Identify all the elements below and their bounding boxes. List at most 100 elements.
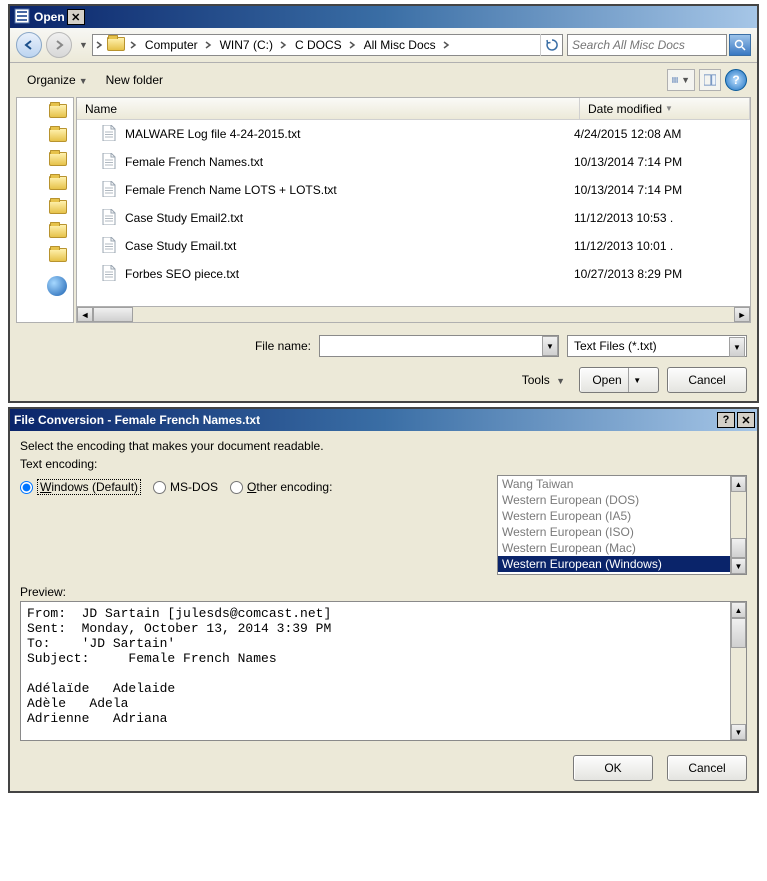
folder-icon <box>49 176 67 190</box>
breadcrumb-allmisc[interactable]: All Misc Docs <box>358 38 440 52</box>
file-row[interactable]: Case Study Email.txt11/12/2013 10:01 . <box>77 232 750 260</box>
encoding-group-label: Text encoding: <box>20 457 747 471</box>
history-dropdown[interactable]: ▼ <box>76 40 88 50</box>
encoding-listbox[interactable]: Wang TaiwanWestern European (DOS)Western… <box>497 475 747 575</box>
scroll-up-button[interactable]: ▲ <box>731 476 746 492</box>
filename-input[interactable] <box>319 335 559 357</box>
chevron-right-icon[interactable] <box>127 34 139 56</box>
folder-icon <box>49 200 67 214</box>
file-row[interactable]: Forbes SEO piece.txt10/27/2013 8:29 PM <box>77 260 750 288</box>
tools-menu[interactable]: Tools ▼ <box>516 371 571 389</box>
chevron-right-icon[interactable] <box>346 34 358 56</box>
file-row[interactable]: Female French Name LOTS + LOTS.txt10/13/… <box>77 176 750 204</box>
file-date: 4/24/2015 12:08 AM <box>574 127 744 141</box>
radio-other-encoding[interactable]: Other encoding: <box>230 480 332 494</box>
file-date: 11/12/2013 10:01 . <box>574 239 744 253</box>
file-date: 10/27/2013 8:29 PM <box>574 267 744 281</box>
new-folder-button[interactable]: New folder <box>99 70 170 90</box>
file-date: 10/13/2014 7:14 PM <box>574 183 744 197</box>
scroll-up-button[interactable]: ▲ <box>731 602 746 618</box>
text-file-icon <box>101 153 117 172</box>
encoding-option[interactable]: Western European (IA5) <box>498 508 730 524</box>
file-name: Forbes SEO piece.txt <box>125 267 574 281</box>
folder-icon <box>49 248 67 262</box>
scroll-down-button[interactable]: ▼ <box>731 724 746 740</box>
refresh-button[interactable] <box>540 34 562 56</box>
breadcrumb-computer[interactable]: Computer <box>139 38 202 52</box>
view-mode-button[interactable]: ▼ <box>667 69 695 91</box>
cancel-button[interactable]: Cancel <box>667 755 747 781</box>
scroll-thumb[interactable] <box>93 307 133 322</box>
vertical-scrollbar[interactable]: ▲ ▼ <box>730 476 746 574</box>
column-date[interactable]: Date modified▼ <box>580 98 750 119</box>
encoding-option[interactable]: Western European (Windows) <box>498 556 730 572</box>
encoding-option[interactable]: Wang Taiwan <box>498 476 730 492</box>
network-icon <box>47 276 67 296</box>
file-date: 11/12/2013 10:53 . <box>574 211 744 225</box>
encoding-option[interactable]: Western European (ISO) <box>498 524 730 540</box>
chevron-right-icon[interactable] <box>277 34 289 56</box>
file-name: Case Study Email2.txt <box>125 211 574 225</box>
title-bar: Open ✕ <box>10 6 757 28</box>
column-headers: Name Date modified▼ <box>77 98 750 120</box>
chevron-right-icon[interactable] <box>202 34 214 56</box>
file-row[interactable]: Case Study Email2.txt11/12/2013 10:53 . <box>77 204 750 232</box>
folder-icon <box>49 128 67 142</box>
help-titlebar-button[interactable]: ? <box>717 412 735 428</box>
organize-menu[interactable]: Organize▼ <box>20 70 95 90</box>
window-title: File Conversion - Female French Names.tx… <box>14 413 715 427</box>
radio-msdos[interactable]: MS-DOS <box>153 480 218 494</box>
file-conversion-dialog: File Conversion - Female French Names.tx… <box>8 407 759 793</box>
vertical-scrollbar[interactable]: ▲ ▼ <box>730 602 746 740</box>
radio-input[interactable] <box>20 481 33 494</box>
radio-windows-default[interactable]: Windows (Default) <box>20 479 141 495</box>
scroll-thumb[interactable] <box>731 538 746 558</box>
forward-button[interactable] <box>46 32 72 58</box>
file-row[interactable]: Female French Names.txt10/13/2014 7:14 P… <box>77 148 750 176</box>
open-button[interactable]: Open ▼ <box>579 367 659 393</box>
breadcrumb-cdocs[interactable]: C DOCS <box>289 38 346 52</box>
encoding-option[interactable]: Western European (DOS) <box>498 492 730 508</box>
folder-tree-pane[interactable] <box>16 97 74 323</box>
cancel-button[interactable]: Cancel <box>667 367 747 393</box>
file-name: Female French Name LOTS + LOTS.txt <box>125 183 574 197</box>
back-button[interactable] <box>16 32 42 58</box>
chevron-right-icon[interactable] <box>440 34 452 56</box>
filename-label: File name: <box>255 339 311 353</box>
open-dialog: Open ✕ ▼ Computer WIN7 (C:) C DOCS All M… <box>8 4 759 403</box>
scroll-right-button[interactable]: ► <box>734 307 750 322</box>
app-icon <box>14 8 30 27</box>
file-name: Female French Names.txt <box>125 155 574 169</box>
close-button[interactable]: ✕ <box>67 9 85 25</box>
breadcrumb-drive[interactable]: WIN7 (C:) <box>214 38 277 52</box>
close-button[interactable]: ✕ <box>737 412 755 428</box>
breadcrumb: Computer WIN7 (C:) C DOCS All Misc Docs <box>92 34 563 56</box>
encoding-option[interactable]: Western European (Mac) <box>498 540 730 556</box>
radio-input[interactable] <box>153 481 166 494</box>
scroll-left-button[interactable]: ◄ <box>77 307 93 322</box>
window-title: Open <box>34 10 65 24</box>
file-date: 10/13/2014 7:14 PM <box>574 155 744 169</box>
search-button[interactable] <box>729 34 751 56</box>
file-filter-dropdown[interactable]: Text Files (*.txt) ▼ <box>567 335 747 357</box>
help-button[interactable]: ? <box>725 69 747 91</box>
preview-textbox: From: JD Sartain [julesds@comcast.net] S… <box>20 601 747 741</box>
search-input[interactable] <box>567 34 727 56</box>
filename-dropdown[interactable]: ▼ <box>542 336 558 356</box>
filter-dropdown-button[interactable]: ▼ <box>729 337 745 357</box>
scroll-thumb[interactable] <box>731 618 746 648</box>
radio-input[interactable] <box>230 481 243 494</box>
ok-button[interactable]: OK <box>573 755 653 781</box>
file-row[interactable]: MALWARE Log file 4-24-2015.txt4/24/2015 … <box>77 120 750 148</box>
navigation-bar: ▼ Computer WIN7 (C:) C DOCS All Misc Doc… <box>10 28 757 63</box>
instruction-text: Select the encoding that makes your docu… <box>20 439 747 453</box>
file-name: MALWARE Log file 4-24-2015.txt <box>125 127 574 141</box>
column-name[interactable]: Name <box>77 98 580 119</box>
text-file-icon <box>101 181 117 200</box>
breadcrumb-root-chevron[interactable] <box>93 34 105 56</box>
open-split-dropdown[interactable]: ▼ <box>628 368 646 392</box>
preview-pane-toggle[interactable] <box>699 69 721 91</box>
horizontal-scrollbar[interactable]: ◄ ► <box>77 306 750 322</box>
scroll-down-button[interactable]: ▼ <box>731 558 746 574</box>
text-file-icon <box>101 209 117 228</box>
